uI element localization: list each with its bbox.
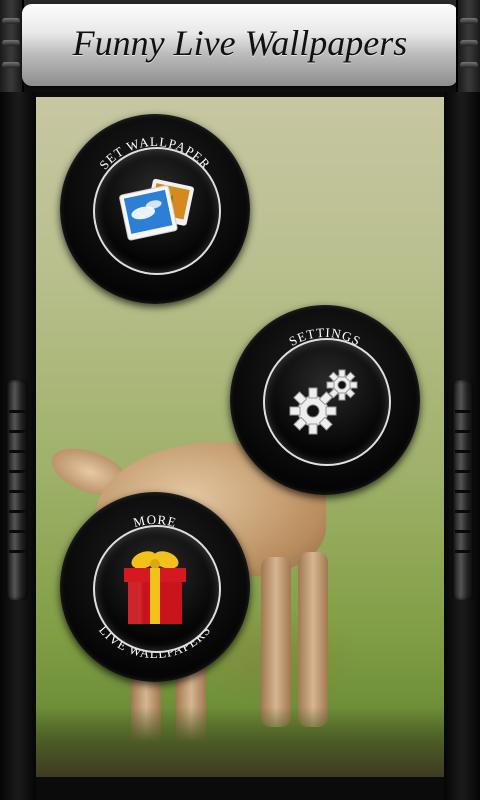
set-wallpaper-button[interactable]: SET WALLPAPER xyxy=(60,114,250,304)
left-rail-knob xyxy=(6,380,28,600)
header-left-cap xyxy=(0,0,24,92)
right-rail xyxy=(444,92,480,800)
more-live-wallpapers-button[interactable]: MORE LIVE WALLPAPERS xyxy=(60,492,250,682)
header-right-cap xyxy=(456,0,480,92)
photos-icon xyxy=(119,178,194,241)
gift-icon xyxy=(124,551,186,624)
header-bar: Funny Live Wallpapers xyxy=(0,0,480,92)
ground xyxy=(36,707,444,777)
app-title: Funny Live Wallpapers xyxy=(72,23,408,63)
header-plate: Funny Live Wallpapers xyxy=(22,4,458,86)
gears-icon xyxy=(289,369,358,435)
left-rail xyxy=(0,92,36,800)
right-rail-knob xyxy=(452,380,474,600)
settings-button[interactable]: SETTINGS xyxy=(230,305,420,495)
